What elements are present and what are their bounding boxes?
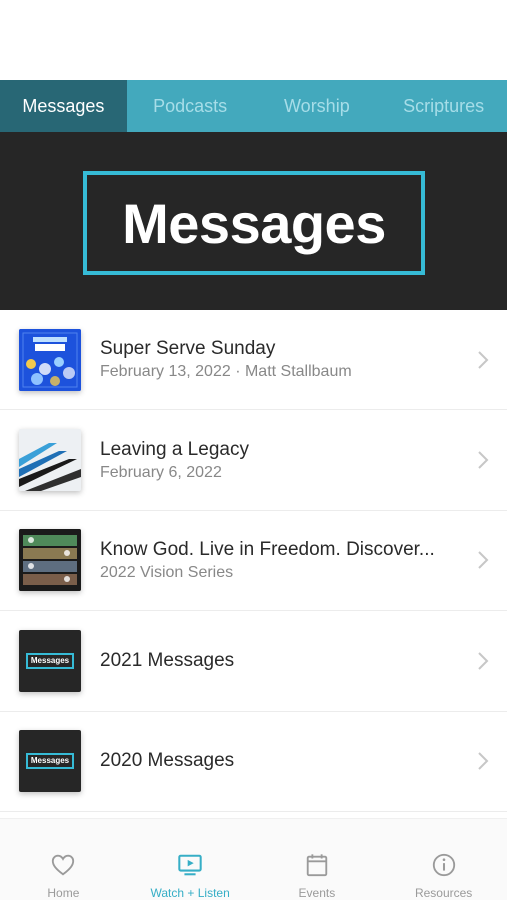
messages-artwork-label: Messages: [25, 753, 75, 770]
nav-events-label: Events: [298, 886, 336, 900]
list-item-2021-messages[interactable]: Messages 2021 Messages: [0, 611, 507, 712]
message-list: Super Serve Sunday February 13, 2022 · M…: [0, 310, 507, 812]
chevron-right-icon: [478, 652, 489, 670]
list-item-2020-messages[interactable]: Messages 2020 Messages: [0, 712, 507, 812]
list-item-super-serve-sunday[interactable]: Super Serve Sunday February 13, 2022 · M…: [0, 310, 507, 411]
list-item-leaving-a-legacy[interactable]: Leaving a Legacy February 6, 2022: [0, 410, 507, 511]
super-serve-sunday-thumbnail: [19, 328, 81, 391]
calendar-icon: [306, 854, 328, 877]
item-title: Leaving a Legacy: [100, 438, 249, 460]
nav-events[interactable]: Events: [254, 819, 381, 900]
messages-artwork-label: Messages: [25, 652, 75, 669]
nav-home[interactable]: Home: [0, 819, 127, 900]
nav-resources[interactable]: Resources: [380, 819, 507, 900]
nav-watch-listen-label: Watch + Listen: [150, 886, 230, 900]
love-god-love-people-live-life-artwork: [19, 429, 81, 492]
hero-frame: Messages: [83, 171, 425, 275]
vision-series-thumbnail: [19, 529, 81, 592]
info-icon: [432, 853, 455, 877]
chevron-right-icon: [478, 551, 489, 570]
item-subtitle: February 6, 2022: [100, 463, 222, 481]
list-item-vision-series[interactable]: Know God. Live in Freedom. Discover... 2…: [0, 511, 507, 612]
tv-play-icon: [178, 854, 202, 876]
vision-series-artwork: [19, 529, 81, 592]
item-title: Super Serve Sunday: [100, 338, 276, 360]
bottom-navigation: Home Watch + Listen Events Resources: [0, 818, 507, 900]
hero-banner: Messages: [0, 132, 507, 310]
messages-2021-thumbnail: Messages: [19, 629, 81, 692]
item-subtitle: 2022 Vision Series: [100, 563, 234, 581]
nav-watch-listen[interactable]: Watch + Listen: [127, 819, 254, 900]
chevron-right-icon: [478, 350, 489, 369]
item-title: Know God. Live in Freedom. Discover...: [100, 538, 435, 560]
nav-home-label: Home: [47, 886, 80, 900]
hero-title: Messages: [122, 191, 386, 255]
heart-icon: [52, 854, 75, 876]
status-bar: [0, 0, 507, 80]
chevron-right-icon: [478, 752, 489, 770]
messages-2020-thumbnail: Messages: [19, 730, 81, 793]
chevron-right-icon: [478, 451, 489, 469]
tab-scriptures[interactable]: Scriptures: [380, 80, 507, 132]
item-title: 2020 Messages: [100, 750, 235, 772]
nav-resources-label: Resources: [414, 886, 473, 900]
super-serve-sunday-artwork: [19, 328, 81, 391]
item-title: 2021 Messages: [100, 649, 235, 671]
tab-messages[interactable]: Messages: [0, 80, 127, 132]
item-subtitle: February 13, 2022 · Matt Stallbaum: [100, 363, 352, 381]
leaving-a-legacy-thumbnail: [19, 429, 81, 492]
tab-podcasts[interactable]: Podcasts: [127, 80, 254, 132]
tab-worship[interactable]: Worship: [254, 80, 381, 132]
tab-bar: Messages Podcasts Worship Scriptures: [0, 80, 507, 132]
